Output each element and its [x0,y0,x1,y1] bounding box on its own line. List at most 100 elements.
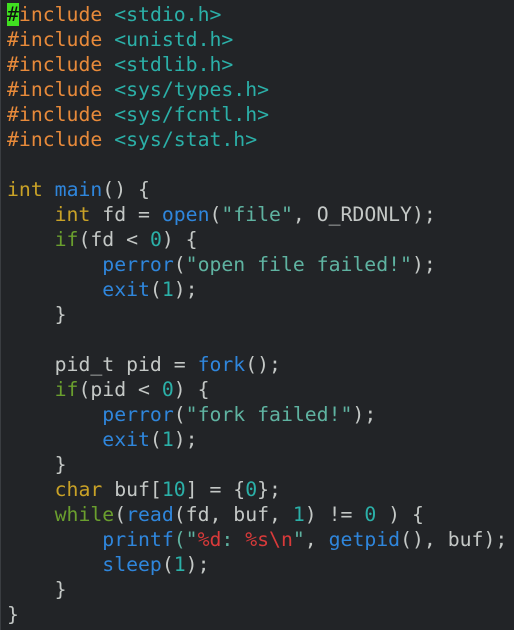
code-token: ( [173,403,186,426]
code-token: 1 [161,428,174,451]
code-token: 0 [149,228,162,251]
code-token: , O_RDONLY); [292,203,436,226]
code-token: int [54,203,91,226]
code-token: getpid [328,528,401,551]
text-cursor: # [7,3,19,26]
code-token: (pid < [78,378,162,401]
code-area[interactable]: #include <stdio.h> #include <unistd.h> #in… [7,2,507,627]
code-line[interactable]: sleep(1); [7,552,507,577]
code-token: <sys/stat.h> [114,128,258,151]
code-token: 0 [245,478,258,501]
code-line[interactable]: if(pid < 0) { [7,377,507,402]
code-token: if [54,228,79,251]
code-token: () { [102,178,150,201]
code-token: "open file failed!" [185,253,412,276]
code-line[interactable]: #include <unistd.h> [7,27,507,52]
code-token: sleep [102,553,162,576]
code-editor[interactable]: #include <stdio.h> #include <unistd.h> #in… [0,0,514,630]
code-token: include [18,3,103,26]
code-token: 1 [292,503,305,526]
code-line[interactable]: } [7,452,507,477]
code-token: } [7,578,67,601]
code-token: " [292,528,305,551]
code-token: ( [161,553,174,576]
code-token: ); [352,403,377,426]
code-token: <stdio.h> [114,3,222,26]
code-line[interactable]: #include <sys/types.h> [7,77,507,102]
code-token: exit [102,428,150,451]
code-token: ( [149,428,162,451]
code-line[interactable]: int main() { [7,177,507,202]
code-line[interactable]: #include <stdlib.h> [7,52,507,77]
code-token: } [7,303,67,326]
code-token: 1 [161,278,174,301]
code-token: ); [185,553,210,576]
code-token: : [221,528,246,551]
code-token: buf[ [102,478,162,501]
code-token: (fd < [78,228,150,251]
code-token: } [7,453,67,476]
code-token: ( [173,253,186,276]
code-line[interactable]: #include <sys/fcntl.h> [7,102,507,127]
code-token: <unistd.h> [114,28,234,51]
code-token: pid_t pid = [7,353,198,376]
code-line[interactable]: #include <sys/stat.h> [7,127,507,152]
code-line[interactable]: perror("fork failed!"); [7,402,507,427]
code-token: 10 [161,478,186,501]
code-line[interactable]: printf("%d: %s\n", getpid(), buf); [7,527,507,552]
code-token: int [7,178,43,201]
code-line[interactable]: #include <stdio.h> [7,2,507,27]
code-token: "fork failed!" [185,403,353,426]
code-token: #include [7,28,103,51]
code-token: open [161,203,210,226]
code-token: ) { [173,378,210,401]
code-line[interactable] [7,327,507,352]
code-line[interactable] [7,152,507,177]
code-token: if [54,378,79,401]
code-line[interactable]: char buf[10] = {0}; [7,477,507,502]
code-token: 0 [161,378,174,401]
code-line[interactable]: exit(1); [7,427,507,452]
code-line[interactable]: exit(1); [7,277,507,302]
code-line[interactable]: } [7,302,507,327]
code-token: }; [257,478,281,501]
code-token: printf [102,528,174,551]
code-line[interactable]: int fd = open("file", O_RDONLY); [7,202,507,227]
code-token: %d [197,528,222,551]
code-token: char [54,478,103,501]
code-token: (); [245,353,281,376]
code-line[interactable]: } [7,602,507,627]
code-token: #include [7,103,103,126]
code-token: <stdlib.h> [114,53,234,76]
code-token: ( [114,503,127,526]
code-line[interactable]: } [7,577,507,602]
code-token: ) { [376,503,424,526]
code-line[interactable]: if(fd < 0) { [7,227,507,252]
code-line[interactable]: perror("open file failed!"); [7,252,507,277]
code-token: ); [173,428,198,451]
code-token: (fd, buf, [173,503,293,526]
code-token: ] = { [185,478,246,501]
code-line[interactable]: while(read(fd, buf, 1) != 0 ) { [7,502,507,527]
code-token: } [7,603,19,626]
code-token: "file" [221,203,293,226]
code-token: fork [197,353,246,376]
code-token: #include [7,53,103,76]
code-token: exit [102,278,150,301]
code-token: perror [102,403,174,426]
code-line[interactable]: pid_t pid = fork(); [7,352,507,377]
code-token: <sys/fcntl.h> [114,103,270,126]
